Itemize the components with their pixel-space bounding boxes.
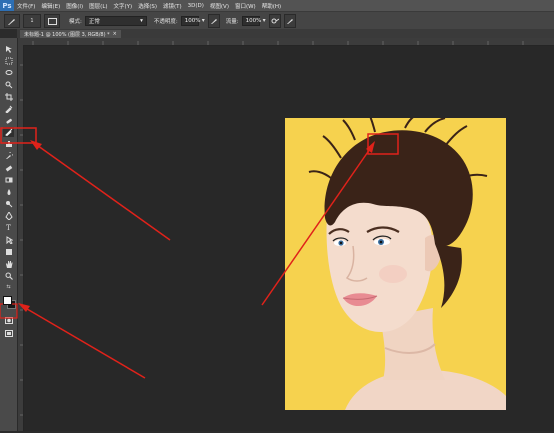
- flow-field[interactable]: 100%: [241, 15, 262, 26]
- history-brush-icon: [5, 152, 13, 159]
- crop-icon: [4, 93, 13, 101]
- blur-icon: [7, 189, 10, 195]
- brush-size-picker[interactable]: 1: [23, 13, 41, 28]
- marquee-icon: [5, 57, 12, 65]
- opacity-field[interactable]: 100%: [180, 15, 201, 26]
- pen-tool[interactable]: [3, 211, 14, 221]
- path-select-tool[interactable]: [3, 235, 14, 245]
- mode-value: 正常: [88, 18, 100, 25]
- ruler-horizontal: [23, 38, 554, 46]
- blur-tool[interactable]: [3, 187, 14, 197]
- eraser-tool[interactable]: [3, 163, 14, 173]
- menu-edit[interactable]: 编辑(E): [38, 2, 63, 10]
- zoom-icon: [5, 272, 13, 280]
- pen-icon: [4, 212, 13, 220]
- eraser-icon: [5, 165, 12, 172]
- lasso-icon: [5, 70, 12, 75]
- swap-colors-icon: ⇆: [6, 284, 11, 290]
- history-brush-tool[interactable]: [3, 151, 14, 161]
- chevron-down-icon[interactable]: ▾: [263, 17, 266, 24]
- tool-preset-button[interactable]: [4, 13, 20, 28]
- tools-panel: T ⇆: [0, 38, 18, 431]
- flow-label: 流量:: [225, 18, 239, 25]
- gradient-tool[interactable]: [3, 175, 14, 185]
- app-logo: Ps: [0, 0, 14, 11]
- chevron-down-icon[interactable]: ▾: [202, 17, 205, 24]
- shape-tool[interactable]: [3, 247, 14, 257]
- pressure-opacity-toggle[interactable]: [207, 13, 220, 28]
- lasso-tool[interactable]: [3, 68, 14, 78]
- healing-tool[interactable]: [3, 116, 14, 126]
- healing-icon: [5, 118, 12, 124]
- brush-icon: [8, 18, 15, 25]
- quick-mask-button[interactable]: [3, 315, 14, 325]
- opacity-label: 不透明度:: [153, 18, 178, 25]
- stamp-icon: [5, 141, 12, 147]
- shape-icon: [5, 249, 12, 255]
- hand-icon: [5, 261, 12, 268]
- menu-type[interactable]: 文字(Y): [111, 2, 136, 10]
- brush-icon: [4, 128, 12, 136]
- airbrush-icon: [271, 18, 279, 23]
- quick-mask-icon: [4, 316, 13, 324]
- flow-value: 100%: [245, 17, 262, 24]
- foreground-color-swatch[interactable]: [3, 296, 12, 305]
- mode-label: 模式:: [69, 18, 82, 25]
- ruler-vertical: [17, 45, 24, 431]
- document-tab-label: 未标题-1 @ 100% (图层 3, RGB/8) *: [24, 31, 110, 38]
- menu-bar: Ps 文件(F) 编辑(E) 图像(I) 图层(L) 文字(Y) 选择(S) 滤…: [0, 0, 554, 11]
- document-tab[interactable]: 未标题-1 @ 100% (图层 3, RGB/8) * ×: [20, 30, 121, 38]
- quick-select-icon: [5, 81, 12, 89]
- dodge-icon: [5, 201, 12, 208]
- pen-pressure-icon: [286, 18, 293, 24]
- document-tab-bar: 未标题-1 @ 100% (图层 3, RGB/8) * ×: [17, 29, 554, 38]
- stamp-tool[interactable]: [3, 139, 14, 149]
- brush-size-value: 1: [30, 17, 34, 24]
- airbrush-toggle[interactable]: [268, 13, 281, 28]
- woman-portrait-image: [308, 118, 506, 410]
- zoom-tool[interactable]: [3, 271, 14, 281]
- menu-file[interactable]: 文件(F): [14, 2, 38, 10]
- menu-view[interactable]: 视图(V): [207, 2, 232, 10]
- brush-tool[interactable]: [3, 127, 14, 137]
- gradient-icon: [5, 177, 12, 183]
- move-tool[interactable]: [3, 44, 14, 54]
- move-icon: [5, 46, 12, 53]
- dodge-tool[interactable]: [3, 199, 14, 209]
- screen-mode-icon: [4, 329, 13, 337]
- menu-3d[interactable]: 3D(D): [185, 3, 207, 9]
- quick-select-tool[interactable]: [3, 80, 14, 90]
- pen-pressure-icon: [210, 18, 217, 24]
- close-icon[interactable]: ×: [113, 31, 117, 37]
- menu-layer[interactable]: 图层(L): [86, 2, 110, 10]
- type-tool[interactable]: T: [3, 223, 14, 233]
- path-select-icon: [6, 236, 13, 244]
- document-canvas-photo[interactable]: [285, 118, 506, 410]
- options-bar: 1 模式: 正常 ▾ 不透明度: 100% ▾ 流量: 100% ▾: [0, 11, 554, 29]
- chevron-down-icon: ▾: [140, 17, 143, 24]
- ruler-ticks: [32, 41, 524, 45]
- marquee-tool[interactable]: [3, 56, 14, 66]
- opacity-value: 100%: [184, 17, 201, 24]
- default-colors-button[interactable]: ⇆: [3, 284, 14, 290]
- brush-panel-toggle[interactable]: [44, 13, 60, 28]
- menu-window[interactable]: 窗口(W): [232, 2, 259, 10]
- hand-tool[interactable]: [3, 259, 14, 269]
- menu-image[interactable]: 图像(I): [63, 2, 86, 10]
- crop-tool[interactable]: [3, 92, 14, 102]
- eyedropper-icon: [4, 105, 12, 113]
- screen-mode-button[interactable]: [3, 328, 14, 338]
- menu-filter[interactable]: 滤镜(T): [160, 2, 185, 10]
- type-icon: T: [6, 224, 11, 232]
- pressure-size-toggle[interactable]: [283, 13, 296, 28]
- menu-select[interactable]: 选择(S): [135, 2, 160, 10]
- mode-select[interactable]: 正常 ▾: [84, 15, 147, 26]
- folder-icon: [47, 17, 57, 25]
- eyedropper-tool[interactable]: [3, 104, 14, 114]
- menu-help[interactable]: 帮助(H): [259, 2, 284, 10]
